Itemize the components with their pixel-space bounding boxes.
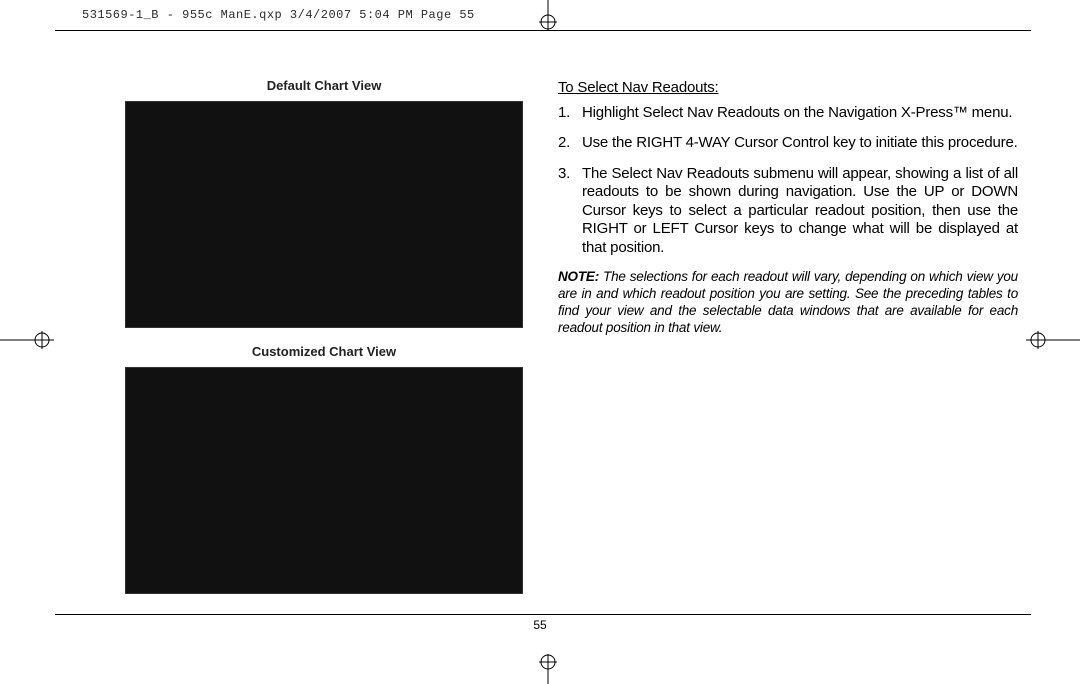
crop-mark-top [535,0,561,30]
crop-mark-bottom [535,654,561,684]
step-item: 1.Highlight Select Nav Readouts on the N… [558,104,1018,122]
right-column: To Select Nav Readouts: 1.Highlight Sele… [558,79,1018,337]
caption-default-chart: Default Chart View [125,78,523,93]
note-body: The selections for each readout will var… [558,269,1018,335]
image-default-chart [125,101,523,328]
note-label: NOTE: [558,269,599,284]
crop-mark-left [0,327,54,353]
step-number: 1. [558,104,582,122]
header-slug: 531569-1_B - 955c ManE.qxp 3/4/2007 5:04… [82,8,475,22]
step-item: 2.Use the RIGHT 4-WAY Cursor Control key… [558,134,1018,152]
step-number: 2. [558,134,582,152]
step-text: Highlight Select Nav Readouts on the Nav… [582,104,1018,122]
rule-top [55,30,1031,31]
page-number: 55 [0,618,1080,632]
note-block: NOTE: The selections for each readout wi… [558,269,1018,337]
crop-mark-right [1026,327,1080,353]
step-text: Use the RIGHT 4-WAY Cursor Control key t… [582,134,1018,152]
step-number: 3. [558,165,582,257]
left-column: Default Chart View Customized Chart View [125,78,523,610]
rule-bottom [55,614,1031,615]
steps-list: 1.Highlight Select Nav Readouts on the N… [558,104,1018,257]
image-customized-chart [125,367,523,594]
step-text: The Select Nav Readouts submenu will app… [582,165,1018,257]
step-item: 3.The Select Nav Readouts submenu will a… [558,165,1018,257]
section-title: To Select Nav Readouts: [558,79,1018,96]
caption-customized-chart: Customized Chart View [125,344,523,359]
